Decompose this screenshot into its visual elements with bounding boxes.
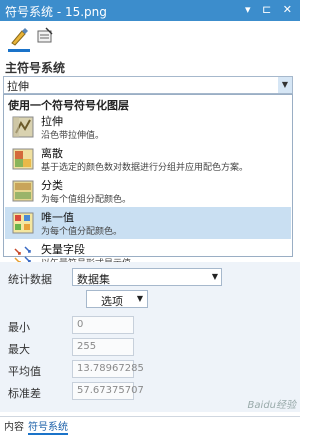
secondary-symbology-tab[interactable] bbox=[34, 25, 56, 49]
statistics-row: 统计数据 数据集 ▼ bbox=[0, 268, 300, 288]
stretch-icon bbox=[12, 116, 34, 138]
menu-item-grouped[interactable]: 分类 为每个值组分配颜色。 bbox=[5, 175, 291, 207]
option-description: 沿色带拉伸值。 bbox=[41, 131, 105, 141]
option-name: 离散 bbox=[41, 147, 63, 160]
option-name: 分类 bbox=[41, 179, 63, 192]
symbology-toolbar bbox=[0, 21, 300, 55]
statistics-select[interactable]: 数据集 ▼ bbox=[72, 268, 222, 286]
option-description: 为每个值组分配颜色。 bbox=[41, 195, 132, 205]
grouped-values-icon bbox=[12, 180, 34, 202]
window-title-bar: 符号系统 - 15.png ▾ ⊏ ✕ bbox=[0, 0, 300, 21]
chevron-down-icon: ▼ bbox=[211, 272, 218, 281]
window-title: 符号系统 - 15.png bbox=[5, 5, 107, 19]
menu-item-unique-values[interactable]: 唯一值 为每个值分配颜色。 bbox=[5, 207, 291, 239]
min-label: 最小 bbox=[8, 321, 30, 334]
option-name: 拉伸 bbox=[41, 115, 63, 128]
option-name: 唯一值 bbox=[41, 211, 74, 224]
tab-contents[interactable]: 内容 bbox=[4, 418, 24, 433]
min-field[interactable]: 0 bbox=[72, 316, 134, 334]
chevron-down-icon[interactable]: ▼ bbox=[278, 77, 292, 93]
options-row: 选项 ▼ bbox=[0, 290, 300, 310]
option-description: 基于选定的颜色数对数据进行分组并应用配色方案。 bbox=[41, 163, 249, 173]
layer-options-icon bbox=[37, 27, 53, 43]
options-label: 选项 bbox=[101, 295, 123, 308]
symbology-type-menu: 使用一个符号符号化图层 拉伸 沿色带拉伸值。 离散 基于选定的颜色数对数据进行分… bbox=[3, 94, 294, 302]
mean-field[interactable]: 13.78967285 bbox=[72, 360, 144, 378]
mean-label: 平均值 bbox=[8, 365, 41, 378]
primary-symbology-tab[interactable] bbox=[8, 25, 30, 52]
max-label: 最大 bbox=[8, 343, 30, 356]
max-field[interactable]: 255 bbox=[72, 338, 134, 356]
option-name: 矢量字段 bbox=[41, 243, 85, 256]
statistics-panel: 统计数据 数据集 ▼ 选项 ▼ 最小 0 最大 255 平均值 13.78967… bbox=[0, 262, 300, 412]
tab-symbology[interactable]: 符号系统 bbox=[28, 418, 68, 435]
std-label: 标准差 bbox=[8, 387, 41, 400]
option-description: 为每个值分配颜色。 bbox=[41, 227, 123, 237]
statistics-label: 统计数据 bbox=[8, 273, 52, 286]
unique-values-icon bbox=[12, 212, 34, 234]
min-row: 最小 0 bbox=[0, 316, 300, 336]
symbology-type-dropdown[interactable]: 拉伸 ▼ bbox=[3, 76, 293, 94]
brush-icon bbox=[11, 28, 28, 46]
mean-row: 平均值 13.78967285 bbox=[0, 360, 300, 380]
bottom-tab-bar: 内容 符号系统 bbox=[0, 416, 300, 435]
menu-item-stretch[interactable]: 拉伸 沿色带拉伸值。 bbox=[5, 111, 291, 143]
classify-icon bbox=[12, 148, 34, 170]
max-row: 最大 255 bbox=[0, 338, 300, 358]
symbology-type-value: 拉伸 bbox=[7, 80, 29, 93]
options-button[interactable]: 选项 ▼ bbox=[86, 290, 148, 308]
statistics-value: 数据集 bbox=[77, 273, 110, 286]
menu-item-classify[interactable]: 离散 基于选定的颜色数对数据进行分组并应用配色方案。 bbox=[5, 143, 291, 175]
window-controls[interactable]: ▾ ⊏ ✕ bbox=[245, 3, 296, 16]
watermark: Baidu经验 bbox=[247, 400, 296, 411]
chevron-down-icon: ▼ bbox=[136, 294, 143, 303]
std-field[interactable]: 57.67375707 bbox=[72, 382, 144, 400]
primary-symbology-heading: 主符号系统 bbox=[5, 61, 66, 75]
